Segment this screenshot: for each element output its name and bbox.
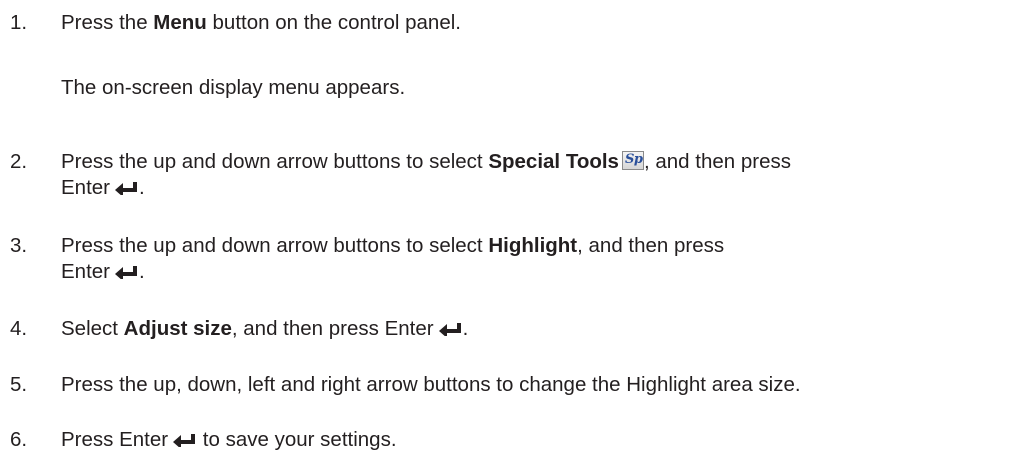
step-number: 2.: [10, 150, 28, 173]
step-text: Press the up and down arrow buttons to s…: [61, 150, 791, 173]
step-text: Press Enter to save your settings.: [61, 428, 397, 451]
special-tools-sp-icon: Sp: [621, 151, 644, 170]
step-number: 1.: [10, 11, 28, 34]
enter-arrow-icon: [173, 434, 196, 447]
step-text-line2: Enter.: [61, 176, 145, 199]
instruction-document: 1. Press the Menu button on the control …: [0, 0, 1033, 460]
step-number: 5.: [10, 373, 28, 396]
step-number: 4.: [10, 317, 28, 340]
step-text: Press the up and down arrow buttons to s…: [61, 234, 725, 257]
highlight-label: Highlight: [488, 234, 578, 257]
menu-label: Menu: [153, 11, 207, 34]
enter-arrow-icon: [115, 266, 137, 279]
step-number: 6.: [10, 428, 28, 451]
special-tools-label: Special Tools: [488, 150, 619, 173]
adjust-size-label: Adjust size: [123, 317, 232, 340]
step-result-text: The on-screen display menu appears.: [61, 76, 406, 99]
enter-arrow-icon: [115, 182, 137, 195]
step-number: 3.: [10, 234, 28, 257]
step-text-line2: Enter.: [61, 260, 145, 283]
step-text: Press the up, down, left and right arrow…: [61, 373, 801, 396]
enter-arrow-icon: [438, 323, 461, 336]
step-text: Select Adjust size, and then press Enter…: [61, 317, 469, 340]
step-text: Press the Menu button on the control pan…: [61, 11, 461, 34]
